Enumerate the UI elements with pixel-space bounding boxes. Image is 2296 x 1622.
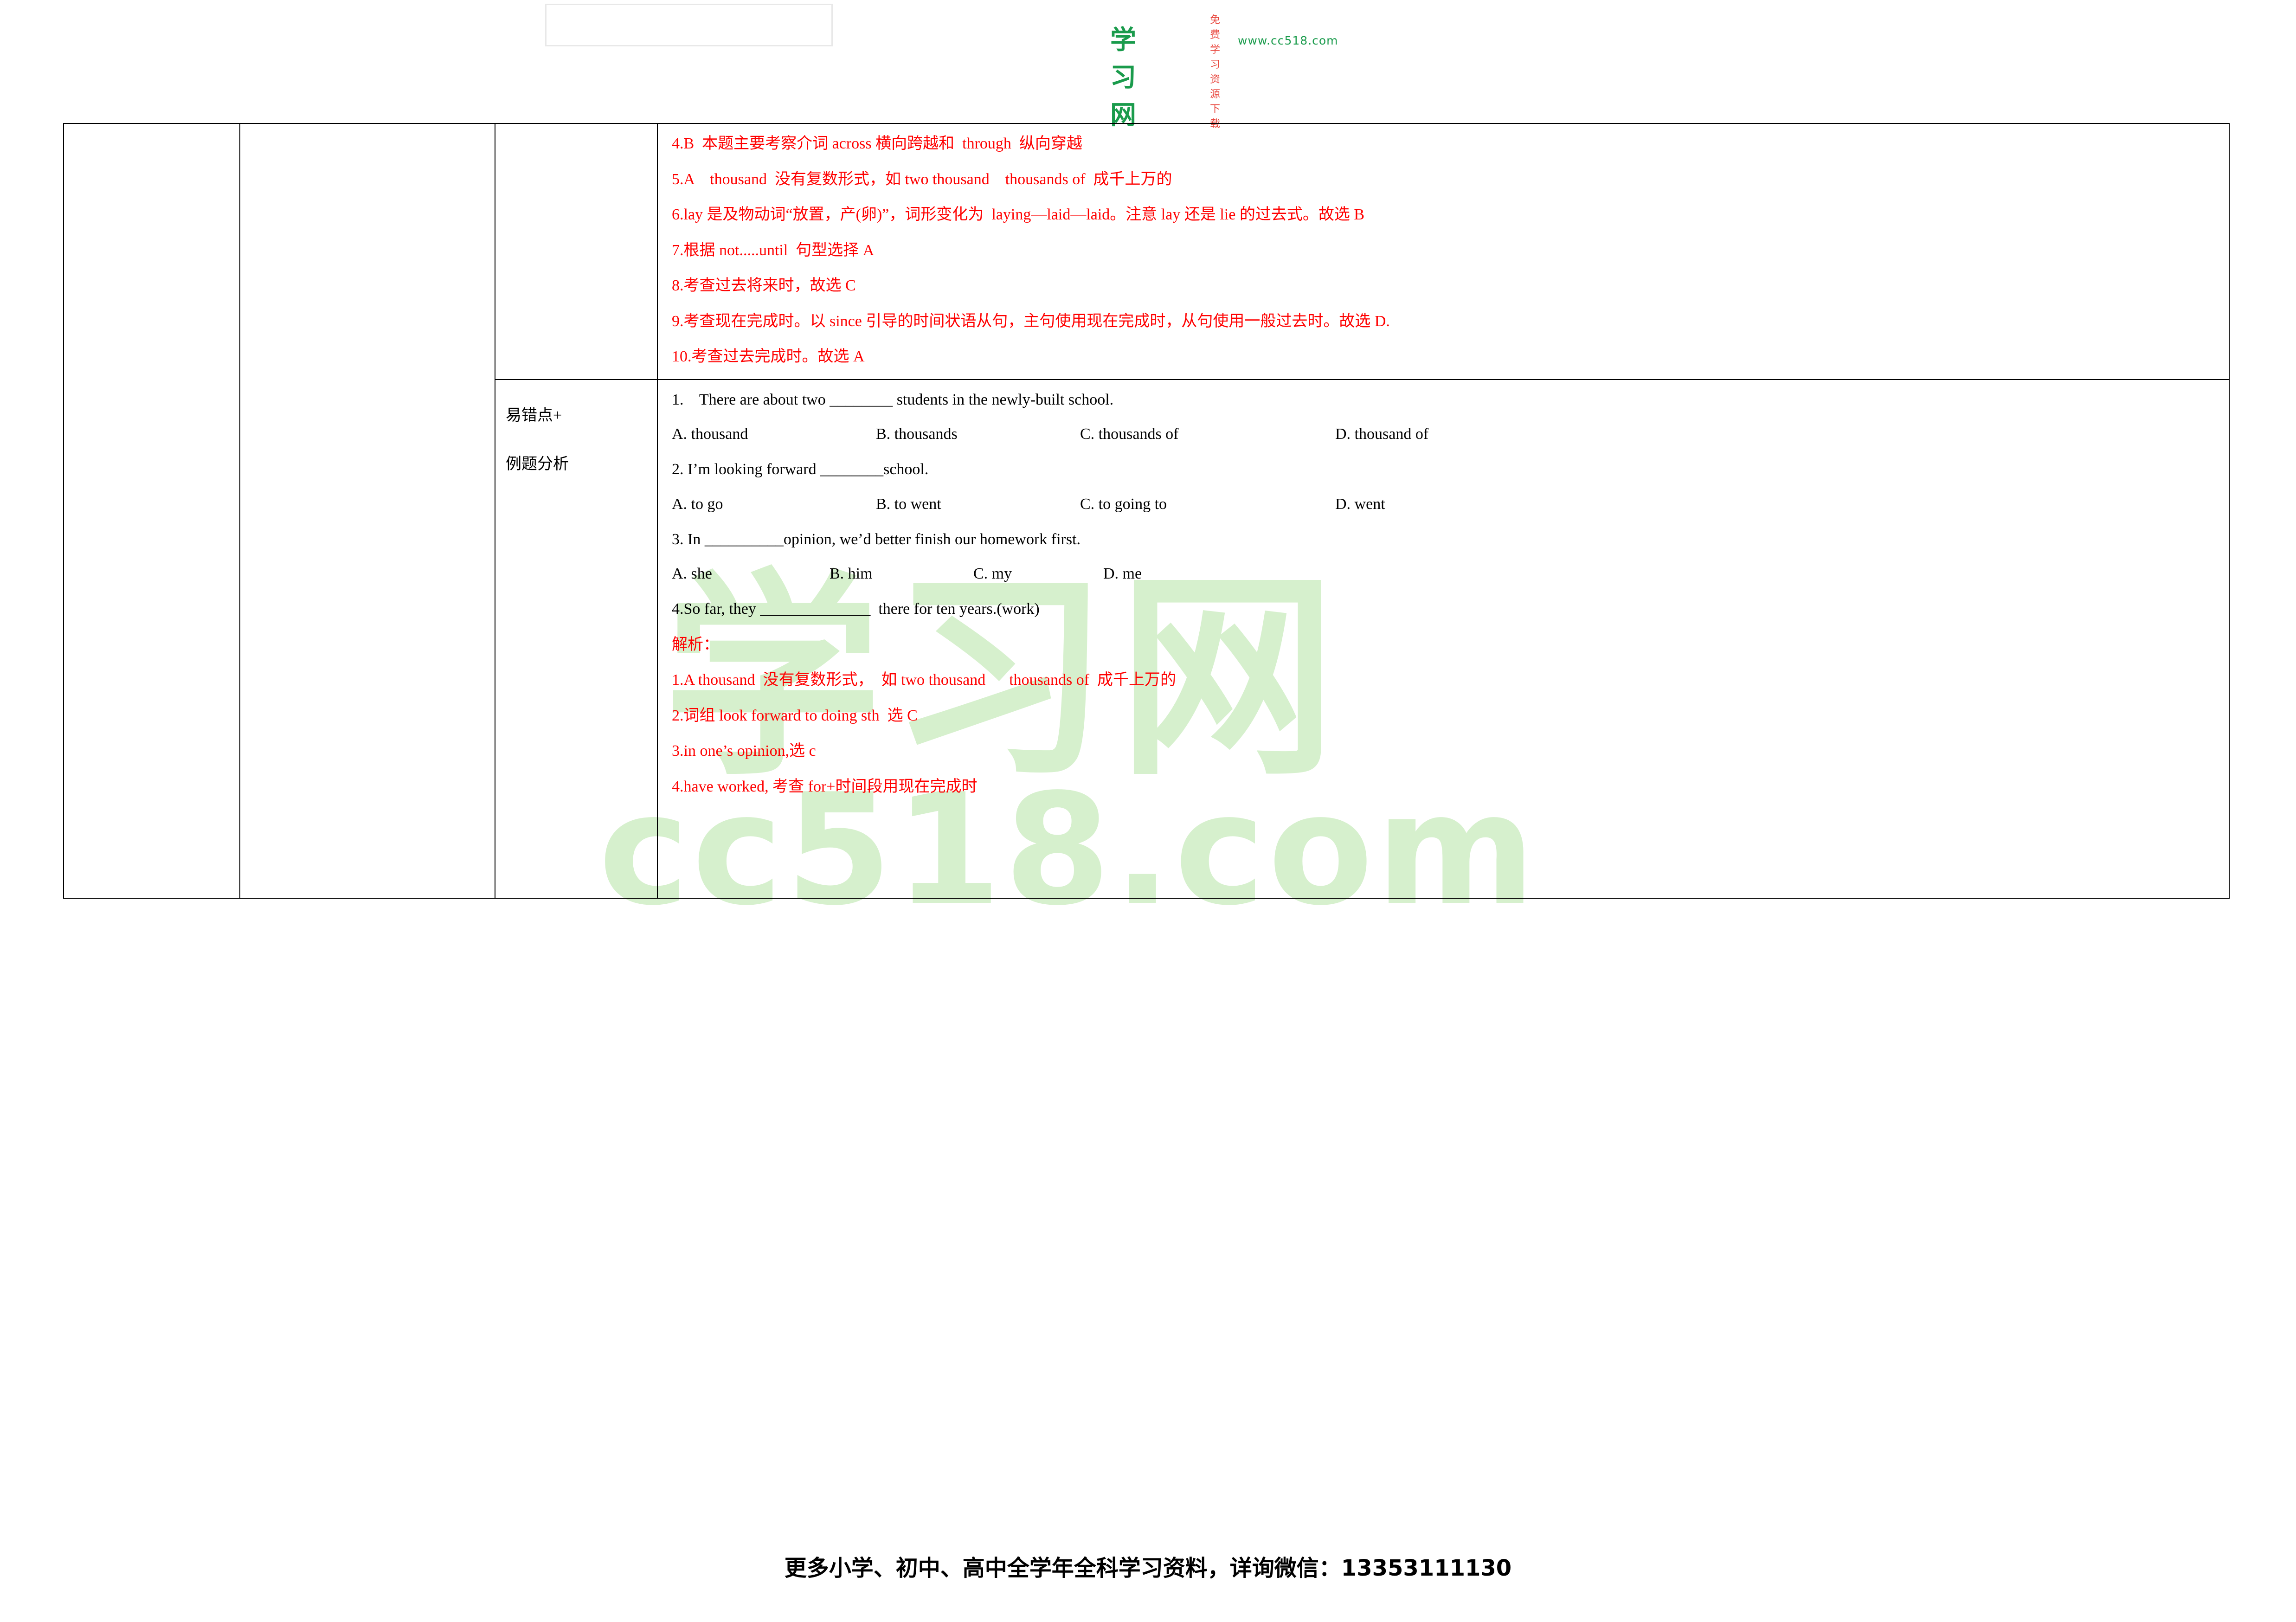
- cell-exercises: 1. There are about two ________ students…: [657, 379, 2230, 899]
- explanation-line: 7.根据 not.....until 句型选择 A: [672, 241, 875, 259]
- option-b: B. to went: [876, 495, 941, 513]
- logo-tagline: 免费学习资源下载: [1210, 14, 1221, 130]
- option-c: C. to going to: [1080, 495, 1167, 513]
- question-stem: 3. In __________opinion, we’d better fin…: [672, 530, 1081, 548]
- option-d: D. thousand of: [1335, 425, 1429, 443]
- option-b: B. thousands: [876, 425, 958, 443]
- logo-main-text: 学习网: [1110, 25, 1137, 130]
- cell-col1: [63, 123, 240, 899]
- table-row: 4.B 本题主要考察介词 across 横向跨越和 through 纵向穿越 5…: [63, 123, 2230, 899]
- option-d: D. went: [1335, 495, 1385, 513]
- logo-url-text: www.cc518.com: [1238, 34, 1338, 47]
- option-d: D. me: [1103, 565, 1142, 582]
- analysis-line: 3.in one’s opinion,选 c: [672, 742, 816, 760]
- option-a: A. she: [672, 565, 712, 582]
- explanation-line: 9.考查现在完成时。以 since 引导的时间状语从句，主句使用现在完成时，从句…: [672, 312, 1390, 330]
- option-a: A. to go: [672, 495, 723, 513]
- question-stem: 1. There are about two ________ students…: [672, 391, 1114, 408]
- option-c: C. thousands of: [1080, 425, 1179, 443]
- content-table: 4.B 本题主要考察介词 across 横向跨越和 through 纵向穿越 5…: [63, 123, 2230, 899]
- question-options: A. thousand B. thousands C. thousands of…: [672, 425, 2215, 444]
- page-header: 免费学习资源下载 学习网 www.cc518.com: [0, 0, 2296, 130]
- cell-col3-empty: [495, 123, 658, 380]
- section-label-line-1: 易错点+: [506, 406, 562, 424]
- analysis-line: 2.词组 look forward to doing sth 选 C: [672, 707, 918, 724]
- cell-col2: [239, 123, 495, 899]
- option-b: B. him: [830, 565, 873, 582]
- explanation-line: 5.A thousand 没有复数形式，如 two thousand thous…: [672, 170, 1172, 188]
- cell-trailing-space: [672, 812, 2215, 886]
- section-label-line-2: 例题分析: [506, 455, 569, 473]
- explanation-line: 6.lay 是及物动词“放置，产(卵)”，词形变化为 laying—laid—l…: [672, 206, 1365, 223]
- question-stem-4: 4.So far, they ______________ there for …: [672, 600, 1040, 618]
- explanation-line: 4.B 本题主要考察介词 across 横向跨越和 through 纵向穿越: [672, 135, 1082, 152]
- analysis-line: 1.A thousand 没有复数形式， 如 two thousand thou…: [672, 671, 1177, 689]
- analysis-title: 解析：: [672, 636, 719, 653]
- page-footer: 更多小学、初中、高中全学年全科学习资料，详询微信：13353111130: [784, 1555, 1512, 1581]
- option-a: A. thousand: [672, 425, 748, 443]
- cell-section-label: 易错点+ 例题分析: [495, 379, 658, 899]
- explanation-line: 8.考查过去将来时，故选 C: [672, 277, 856, 294]
- site-logo: 免费学习资源下载 学习网 www.cc518.com: [545, 4, 1338, 130]
- option-c: C. my: [973, 565, 1012, 582]
- analysis-line: 4.have worked, 考查 for+时间段用现在完成时: [672, 778, 978, 795]
- question-options: A. she B. him C. my D. me: [672, 565, 2215, 584]
- question-options: A. to go B. to went C. to going to D. we…: [672, 496, 2215, 514]
- cell-explanations: 4.B 本题主要考察介词 across 横向跨越和 through 纵向穿越 5…: [657, 123, 2230, 380]
- question-stem: 2. I’m looking forward ________school.: [672, 461, 929, 478]
- explanation-line: 10.考查过去完成时。故选 A: [672, 348, 865, 365]
